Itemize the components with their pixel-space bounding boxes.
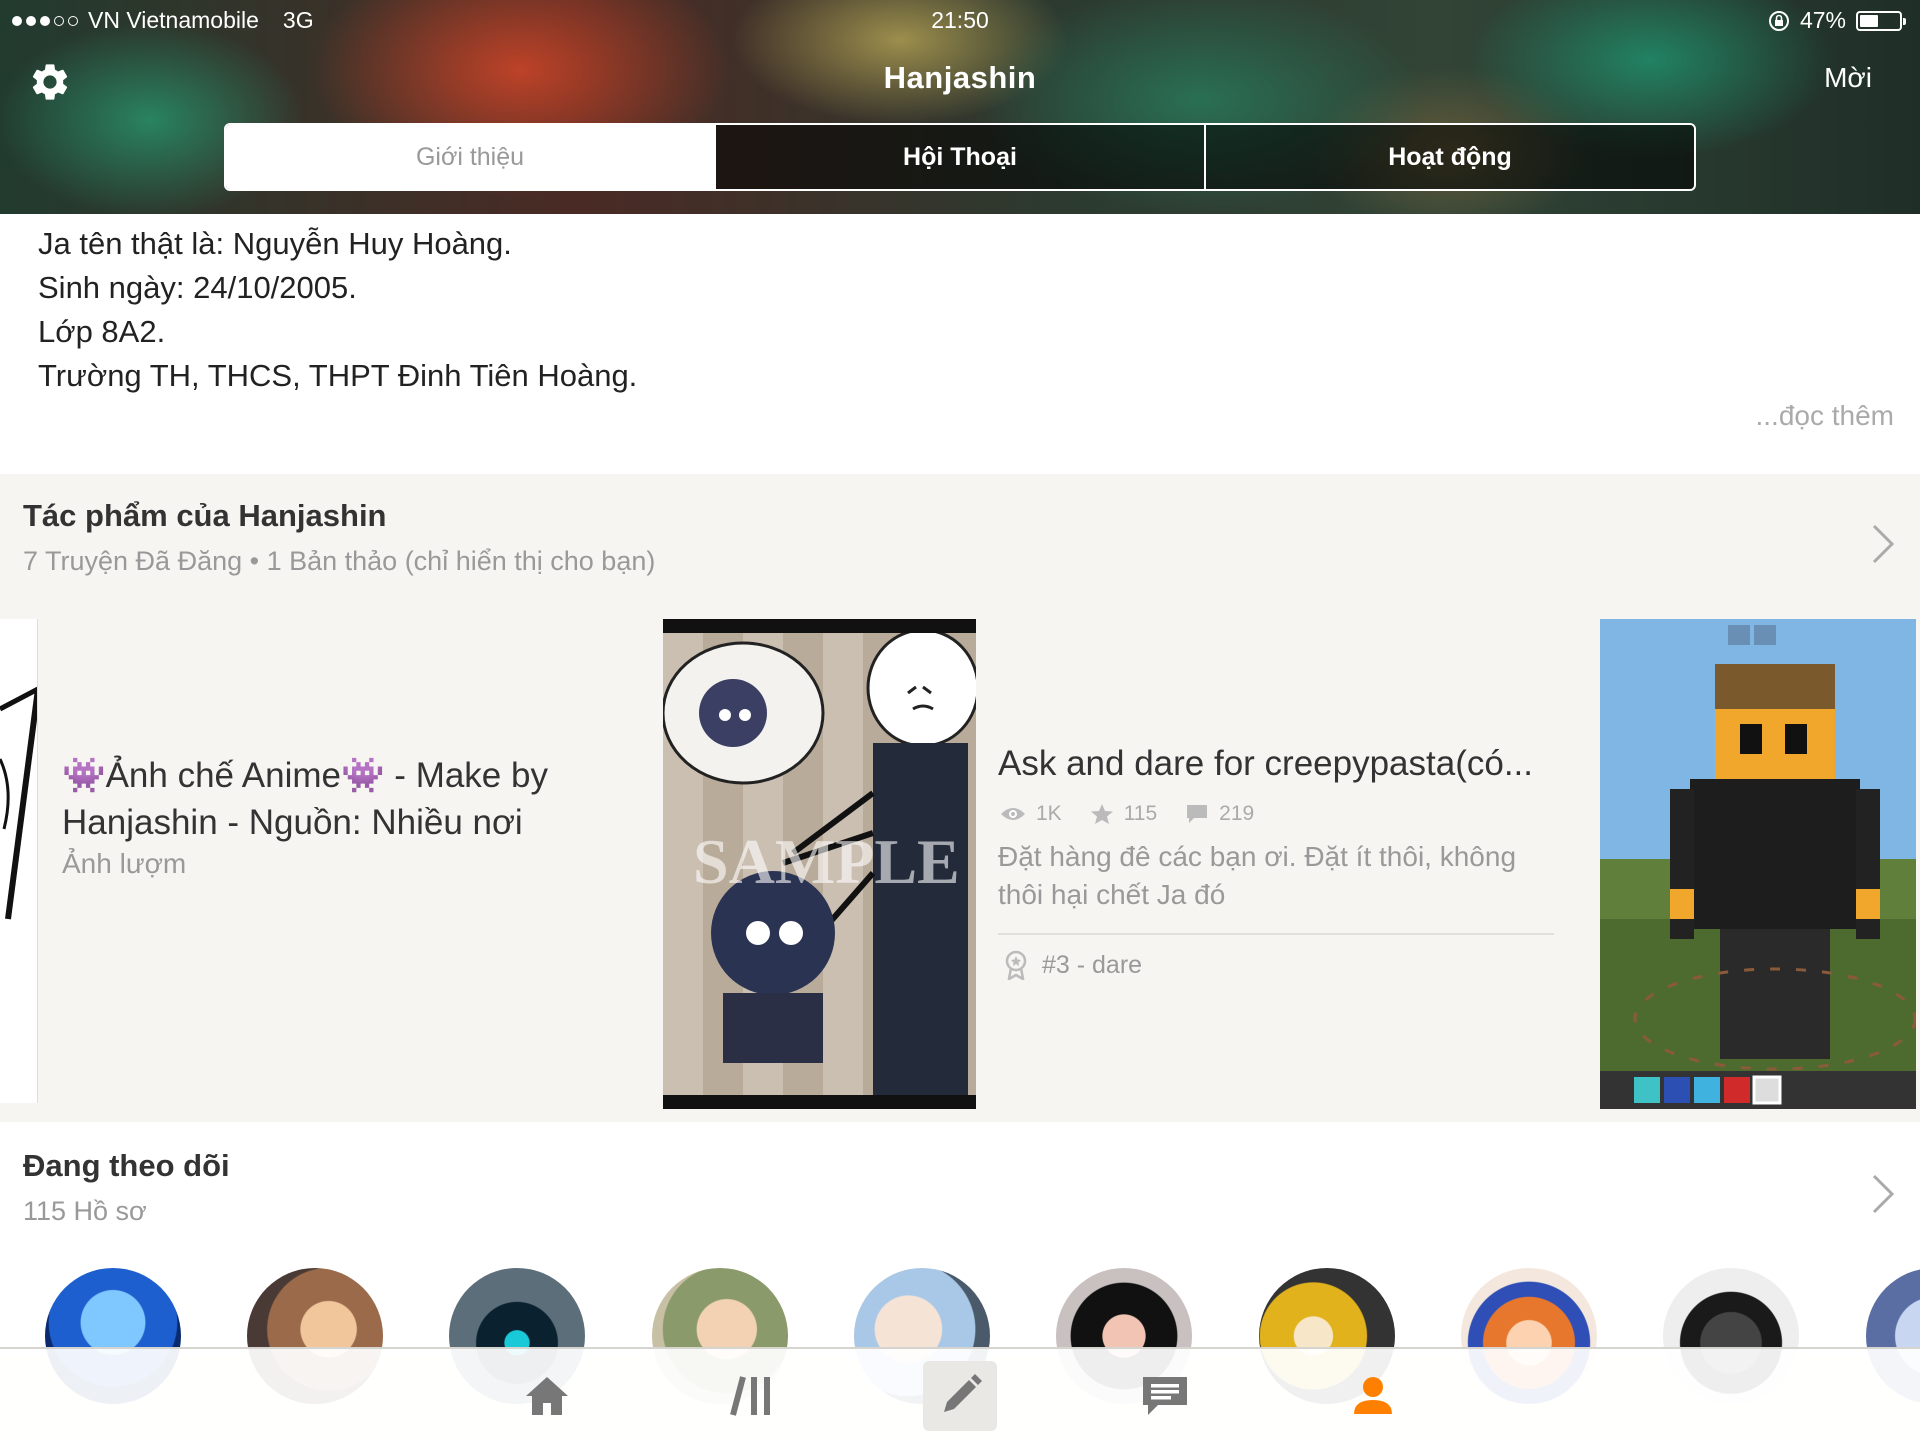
tab-activity[interactable]: Hoạt động [1204, 125, 1694, 189]
about-line: Lớp 8A2. [38, 314, 166, 349]
page-title: Hanjashin [883, 60, 1037, 95]
profile-tabs: Giới thiệu Hội Thoại Hoạt động [224, 123, 1696, 191]
divider [998, 933, 1554, 935]
story-title[interactable]: Ask and dare for creepypasta(có... [998, 744, 1558, 784]
status-bar: VN Vietnamobile 3G 21:50 47% [0, 0, 1920, 40]
story-cover[interactable]: SAMPLE [663, 619, 976, 1109]
about-line: Trường TH, THCS, THPT Đinh Tiên Hoàng. [38, 358, 638, 393]
tab-about[interactable]: Giới thiệu [226, 125, 714, 189]
rotation-lock-icon [1768, 10, 1789, 31]
following-title[interactable]: Đang theo dõi [23, 1148, 230, 1184]
tab-conversations[interactable]: Hội Thoại [714, 125, 1204, 189]
read-more-link[interactable]: ...đọc thêm [1755, 400, 1894, 432]
views-count: 1K [1036, 802, 1062, 825]
comments-count: 219 [1219, 802, 1255, 825]
rank-label: #3 - dare [1042, 950, 1143, 979]
battery-icon [1856, 10, 1906, 31]
story-stats: 1K 115 219 [1000, 802, 1254, 826]
pencil-icon [944, 1374, 982, 1412]
status-time: 21:50 [931, 7, 989, 33]
profile-page: VN Vietnamobile 3G 21:50 47% Hanjashin M… [0, 0, 1920, 1440]
about-line: Ja tên thật là: Nguyễn Huy Hoàng. [38, 226, 512, 261]
tab-write[interactable] [923, 1361, 997, 1431]
works-subtitle: 7 Truyện Đã Đăng • 1 Bản thảo (chỉ hiển … [23, 546, 656, 576]
library-icon [730, 1376, 770, 1416]
comment-icon [1187, 805, 1208, 823]
story-description: Đặt hàng đê các bạn ơi. Đặt ít thôi, khô… [998, 841, 1517, 910]
chevron-right-icon[interactable] [1868, 522, 1898, 566]
comments-stat: 219 [1185, 802, 1254, 826]
story-cover[interactable] [0, 619, 38, 1103]
works-section: Tác phẩm của Hanjashin 7 Truyện Đã Đăng … [0, 474, 1920, 1122]
ranking-badge-icon [1005, 950, 1027, 980]
about-section: Ja tên thật là: Nguyễn Huy Hoàng. Sinh n… [0, 214, 1920, 474]
about-line: Sinh ngày: 24/10/2005. [38, 270, 357, 305]
views-stat: 1K [1000, 802, 1062, 826]
profile-header: VN Vietnamobile 3G 21:50 47% Hanjashin M… [0, 0, 1920, 214]
story-rank[interactable]: #3 - dare [1004, 950, 1142, 980]
nav-row: Hanjashin Mời [0, 50, 1920, 110]
votes-stat: 115 [1090, 802, 1157, 826]
status-right: 47% [1768, 7, 1906, 34]
works-title[interactable]: Tác phẩm của Hanjashin [23, 498, 387, 534]
battery-percent: 47% [1799, 7, 1846, 33]
story-category: Ảnh lượm [62, 848, 187, 879]
chevron-right-icon[interactable] [1868, 1172, 1898, 1216]
votes-count: 115 [1123, 802, 1158, 825]
tab-messages[interactable] [1128, 1361, 1202, 1431]
following-section: Đang theo dõi 115 Hồ sơ [0, 1122, 1920, 1404]
tab-library[interactable] [716, 1361, 790, 1431]
story-cover[interactable] [1600, 619, 1916, 1109]
tab-home[interactable] [510, 1361, 584, 1431]
tab-profile[interactable] [1336, 1361, 1410, 1431]
star-icon [1090, 804, 1113, 824]
eye-icon [1001, 808, 1025, 820]
home-icon [526, 1377, 568, 1415]
following-subtitle: 115 Hồ sơ [23, 1196, 147, 1226]
story-title[interactable]: 👾Ảnh chế Anime👾 - Make by Hanjashin - Ng… [62, 752, 622, 846]
invite-button[interactable]: Mời [1824, 62, 1872, 94]
messages-icon [1143, 1377, 1187, 1415]
profile-icon [1354, 1377, 1392, 1414]
bottom-tab-bar [0, 1347, 1920, 1440]
svg-text:SAMPLE: SAMPLE [693, 826, 960, 897]
